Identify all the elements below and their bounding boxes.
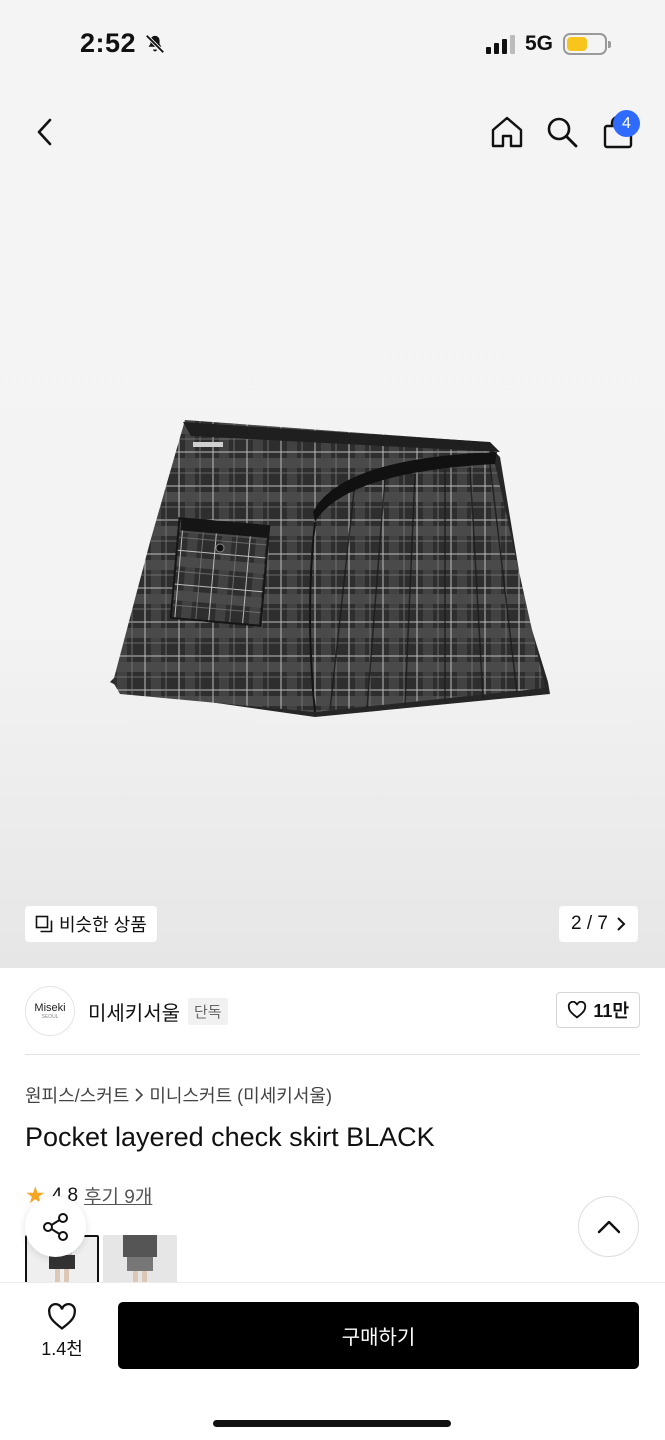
bottom-action-bar: 1.4천 구매하기 [0,1282,665,1440]
wishlist-count: 1.4천 [41,1339,83,1359]
cart-count-badge: 4 [613,110,640,137]
breadcrumb-subcategory[interactable]: 미니스커트 (미세키서울) [149,1082,332,1108]
home-icon[interactable] [489,114,525,150]
share-icon [42,1212,68,1241]
brand-logo[interactable]: Miseki SEOUL [25,986,75,1036]
heart-icon [48,1303,76,1330]
brand-row: Miseki SEOUL 미세키서울 단독 11만 [25,986,640,1036]
brand-logo-text: Miseki [34,1002,66,1014]
network-type: 5G [524,32,553,55]
thumbnail-gray[interactable] [103,1235,177,1285]
heart-icon [568,1001,587,1019]
reviews-link[interactable]: 후기 9개 [84,1182,152,1209]
divider [25,1054,640,1055]
page-counter: 2 / 7 [571,913,608,934]
product-image [110,420,550,717]
similar-products-button[interactable]: 비슷한 상품 [25,906,157,942]
breadcrumb-category[interactable]: 원피스/스커트 [25,1082,129,1108]
status-indicators: 5G [485,32,611,56]
buy-button[interactable]: 구매하기 [118,1302,639,1369]
copy-icon [35,915,53,933]
clock: 2:52 [80,28,137,58]
scroll-top-button[interactable] [578,1196,639,1257]
product-title: Pocket layered check skirt BLACK [25,1122,435,1152]
status-time: 2:52 [80,28,166,59]
wishlist-button[interactable]: 1.4천 [25,1303,99,1361]
chevron-right-icon [135,1088,144,1102]
brand-name[interactable]: 미세키서울 [88,997,180,1026]
back-icon[interactable] [30,114,62,150]
brand-like-count: 11만 [593,1001,629,1021]
search-icon[interactable] [544,114,580,150]
brand-like-button[interactable]: 11만 [556,992,640,1028]
share-button[interactable] [25,1196,86,1257]
battery-icon [563,33,611,55]
similar-products-label: 비슷한 상품 [59,915,147,935]
chevron-right-icon [617,917,626,931]
top-nav [0,100,665,164]
image-page-indicator[interactable]: 2 / 7 [559,906,638,942]
chevron-up-icon [597,1220,620,1233]
status-bar: 2:52 5G [0,0,665,92]
exclusive-badge: 단독 [188,997,228,1025]
mute-bell-icon [145,33,165,54]
breadcrumb: 원피스/스커트 미니스커트 (미세키서울) [25,1082,332,1108]
signal-icon [485,34,515,54]
home-indicator [213,1420,451,1427]
brand-logo-subtext: SEOUL [41,1014,59,1020]
